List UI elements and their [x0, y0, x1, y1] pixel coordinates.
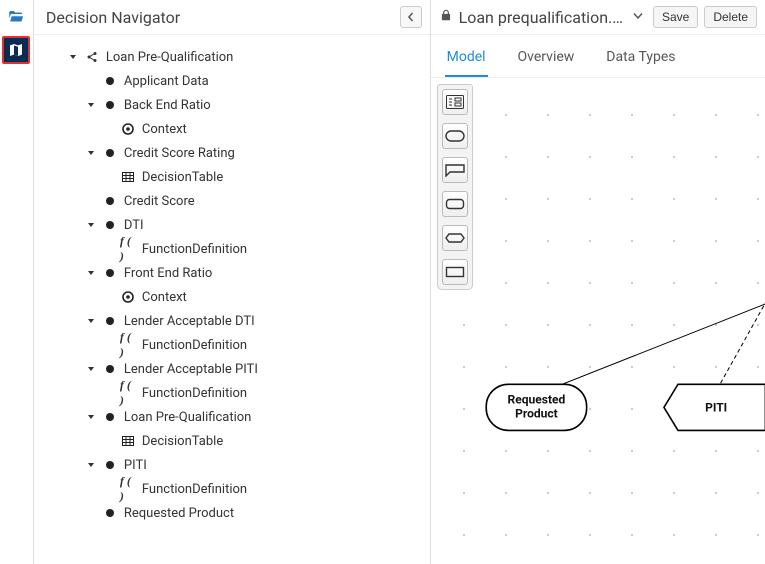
- tree-node[interactable]: Applicant Data: [44, 69, 430, 93]
- file-title: Loan prequalification.…: [459, 8, 623, 27]
- dot-icon: [102, 145, 118, 161]
- tree-node-label: FunctionDefinition: [142, 386, 247, 401]
- svg-text:Product: Product: [515, 406, 558, 420]
- tree-node-label: Context: [142, 290, 187, 305]
- tree-node-label: FunctionDefinition: [142, 482, 247, 497]
- tree-node[interactable]: DecisionTable: [44, 165, 430, 189]
- tree-node-label: FunctionDefinition: [142, 242, 247, 257]
- tree-node[interactable]: Lender Acceptable PITI: [44, 357, 430, 381]
- svg-text:Requested: Requested: [507, 392, 565, 406]
- tab-model[interactable]: Model: [445, 43, 488, 77]
- caret-down-icon[interactable]: [86, 221, 96, 229]
- tree-node[interactable]: PITI: [44, 453, 430, 477]
- tree-node-label: Context: [142, 122, 187, 137]
- sidebar-header: Decision Navigator: [34, 0, 430, 35]
- tree-node-label: Lender Acceptable PITI: [124, 362, 258, 377]
- caret-down-icon[interactable]: [86, 317, 96, 325]
- caret-down-icon[interactable]: [68, 53, 78, 61]
- fx-icon: f ( ): [120, 241, 136, 257]
- save-button[interactable]: Save: [653, 6, 698, 28]
- tree-node[interactable]: f ( ) FunctionDefinition: [44, 333, 430, 357]
- tree-node-label: FunctionDefinition: [142, 338, 247, 353]
- tab-data-types[interactable]: Data Types: [604, 43, 677, 77]
- tree-node[interactable]: Credit Score: [44, 189, 430, 213]
- target-icon: [120, 289, 136, 305]
- caret-down-icon[interactable]: [86, 461, 96, 469]
- dot-icon: [102, 409, 118, 425]
- share-icon: [84, 49, 100, 65]
- tree-node-label: Requested Product: [124, 506, 234, 521]
- tree-node-label: Lender Acceptable DTI: [124, 314, 255, 329]
- dot-icon: [102, 505, 118, 521]
- tree-node[interactable]: Back End Ratio: [44, 93, 430, 117]
- node-requested-product[interactable]: Requested Product: [486, 384, 586, 430]
- tree-node-label: Credit Score Rating: [124, 146, 235, 161]
- dot-icon: [102, 361, 118, 377]
- table-icon: [120, 169, 136, 185]
- tree-node-label: Applicant Data: [124, 74, 209, 89]
- tree-node[interactable]: DecisionTable: [44, 429, 430, 453]
- panel-title: Decision Navigator: [46, 8, 180, 27]
- delete-button[interactable]: Delete: [704, 6, 757, 28]
- tree-node-label: Loan Pre-Qualification: [124, 410, 251, 425]
- caret-down-icon[interactable]: [86, 413, 96, 421]
- diagram-svg: Requested Product PITI: [431, 78, 765, 560]
- tree-node[interactable]: Context: [44, 285, 430, 309]
- tree-node-label: PITI: [124, 458, 147, 473]
- decision-tree: Loan Pre-Qualification Applicant Data Back…: [34, 35, 430, 564]
- app-root: Decision Navigator Loan Pre-Qualificatio…: [0, 0, 765, 564]
- editor-topbar: Loan prequalification.… Save Delete: [431, 0, 765, 35]
- folder-open-icon[interactable]: [5, 6, 27, 28]
- caret-down-icon[interactable]: [86, 269, 96, 277]
- tree-node[interactable]: Lender Acceptable DTI: [44, 309, 430, 333]
- tree-node[interactable]: Context: [44, 117, 430, 141]
- tree-node[interactable]: Credit Score Rating: [44, 141, 430, 165]
- lock-icon: [439, 8, 453, 26]
- tree-node-label: Back End Ratio: [124, 98, 211, 113]
- svg-text:PITI: PITI: [705, 400, 727, 414]
- tree-node-label: Front End Ratio: [124, 266, 212, 281]
- tree-node-label: Loan Pre-Qualification: [106, 50, 233, 65]
- tree-node-label: DecisionTable: [142, 170, 223, 185]
- tab-overview[interactable]: Overview: [516, 43, 577, 77]
- fx-icon: f ( ): [120, 385, 136, 401]
- node-piti[interactable]: PITI: [664, 384, 765, 430]
- caret-down-icon[interactable]: [86, 101, 96, 109]
- chevron-down-icon: [633, 12, 643, 20]
- editor-tabs: Model Overview Data Types: [431, 35, 765, 78]
- decision-navigator-panel: Decision Navigator Loan Pre-Qualificatio…: [34, 0, 431, 564]
- fx-icon: f ( ): [120, 337, 136, 353]
- table-icon: [120, 433, 136, 449]
- tree-node[interactable]: f ( ) FunctionDefinition: [44, 477, 430, 501]
- dot-icon: [102, 97, 118, 113]
- canvas[interactable]: Requested Product PITI: [431, 78, 765, 564]
- target-icon: [120, 121, 136, 137]
- chevron-left-icon: [406, 12, 416, 22]
- caret-down-icon[interactable]: [86, 149, 96, 157]
- collapse-button[interactable]: [400, 6, 422, 28]
- tree-node[interactable]: Loan Pre-Qualification: [44, 405, 430, 429]
- tree-node-label: DecisionTable: [142, 434, 223, 449]
- tree-node-label: DTI: [124, 218, 144, 233]
- dot-icon: [102, 217, 118, 233]
- tree-node[interactable]: f ( ) FunctionDefinition: [44, 381, 430, 405]
- tree-node[interactable]: Front End Ratio: [44, 261, 430, 285]
- caret-down-icon[interactable]: [86, 365, 96, 373]
- fx-icon: f ( ): [120, 481, 136, 497]
- tree-node-label: Credit Score: [124, 194, 195, 209]
- tree-node[interactable]: DTI: [44, 213, 430, 237]
- file-menu-caret[interactable]: [629, 12, 647, 23]
- dot-icon: [102, 313, 118, 329]
- tree-node[interactable]: Requested Product: [44, 501, 430, 525]
- dot-icon: [102, 265, 118, 281]
- icon-rail: [0, 0, 34, 564]
- editor-panel: Loan prequalification.… Save Delete Mode…: [431, 0, 765, 564]
- dot-icon: [102, 193, 118, 209]
- dot-icon: [102, 457, 118, 473]
- tree-node[interactable]: Loan Pre-Qualification: [44, 45, 430, 69]
- map-icon[interactable]: [2, 36, 30, 64]
- dot-icon: [102, 73, 118, 89]
- tree-node[interactable]: f ( ) FunctionDefinition: [44, 237, 430, 261]
